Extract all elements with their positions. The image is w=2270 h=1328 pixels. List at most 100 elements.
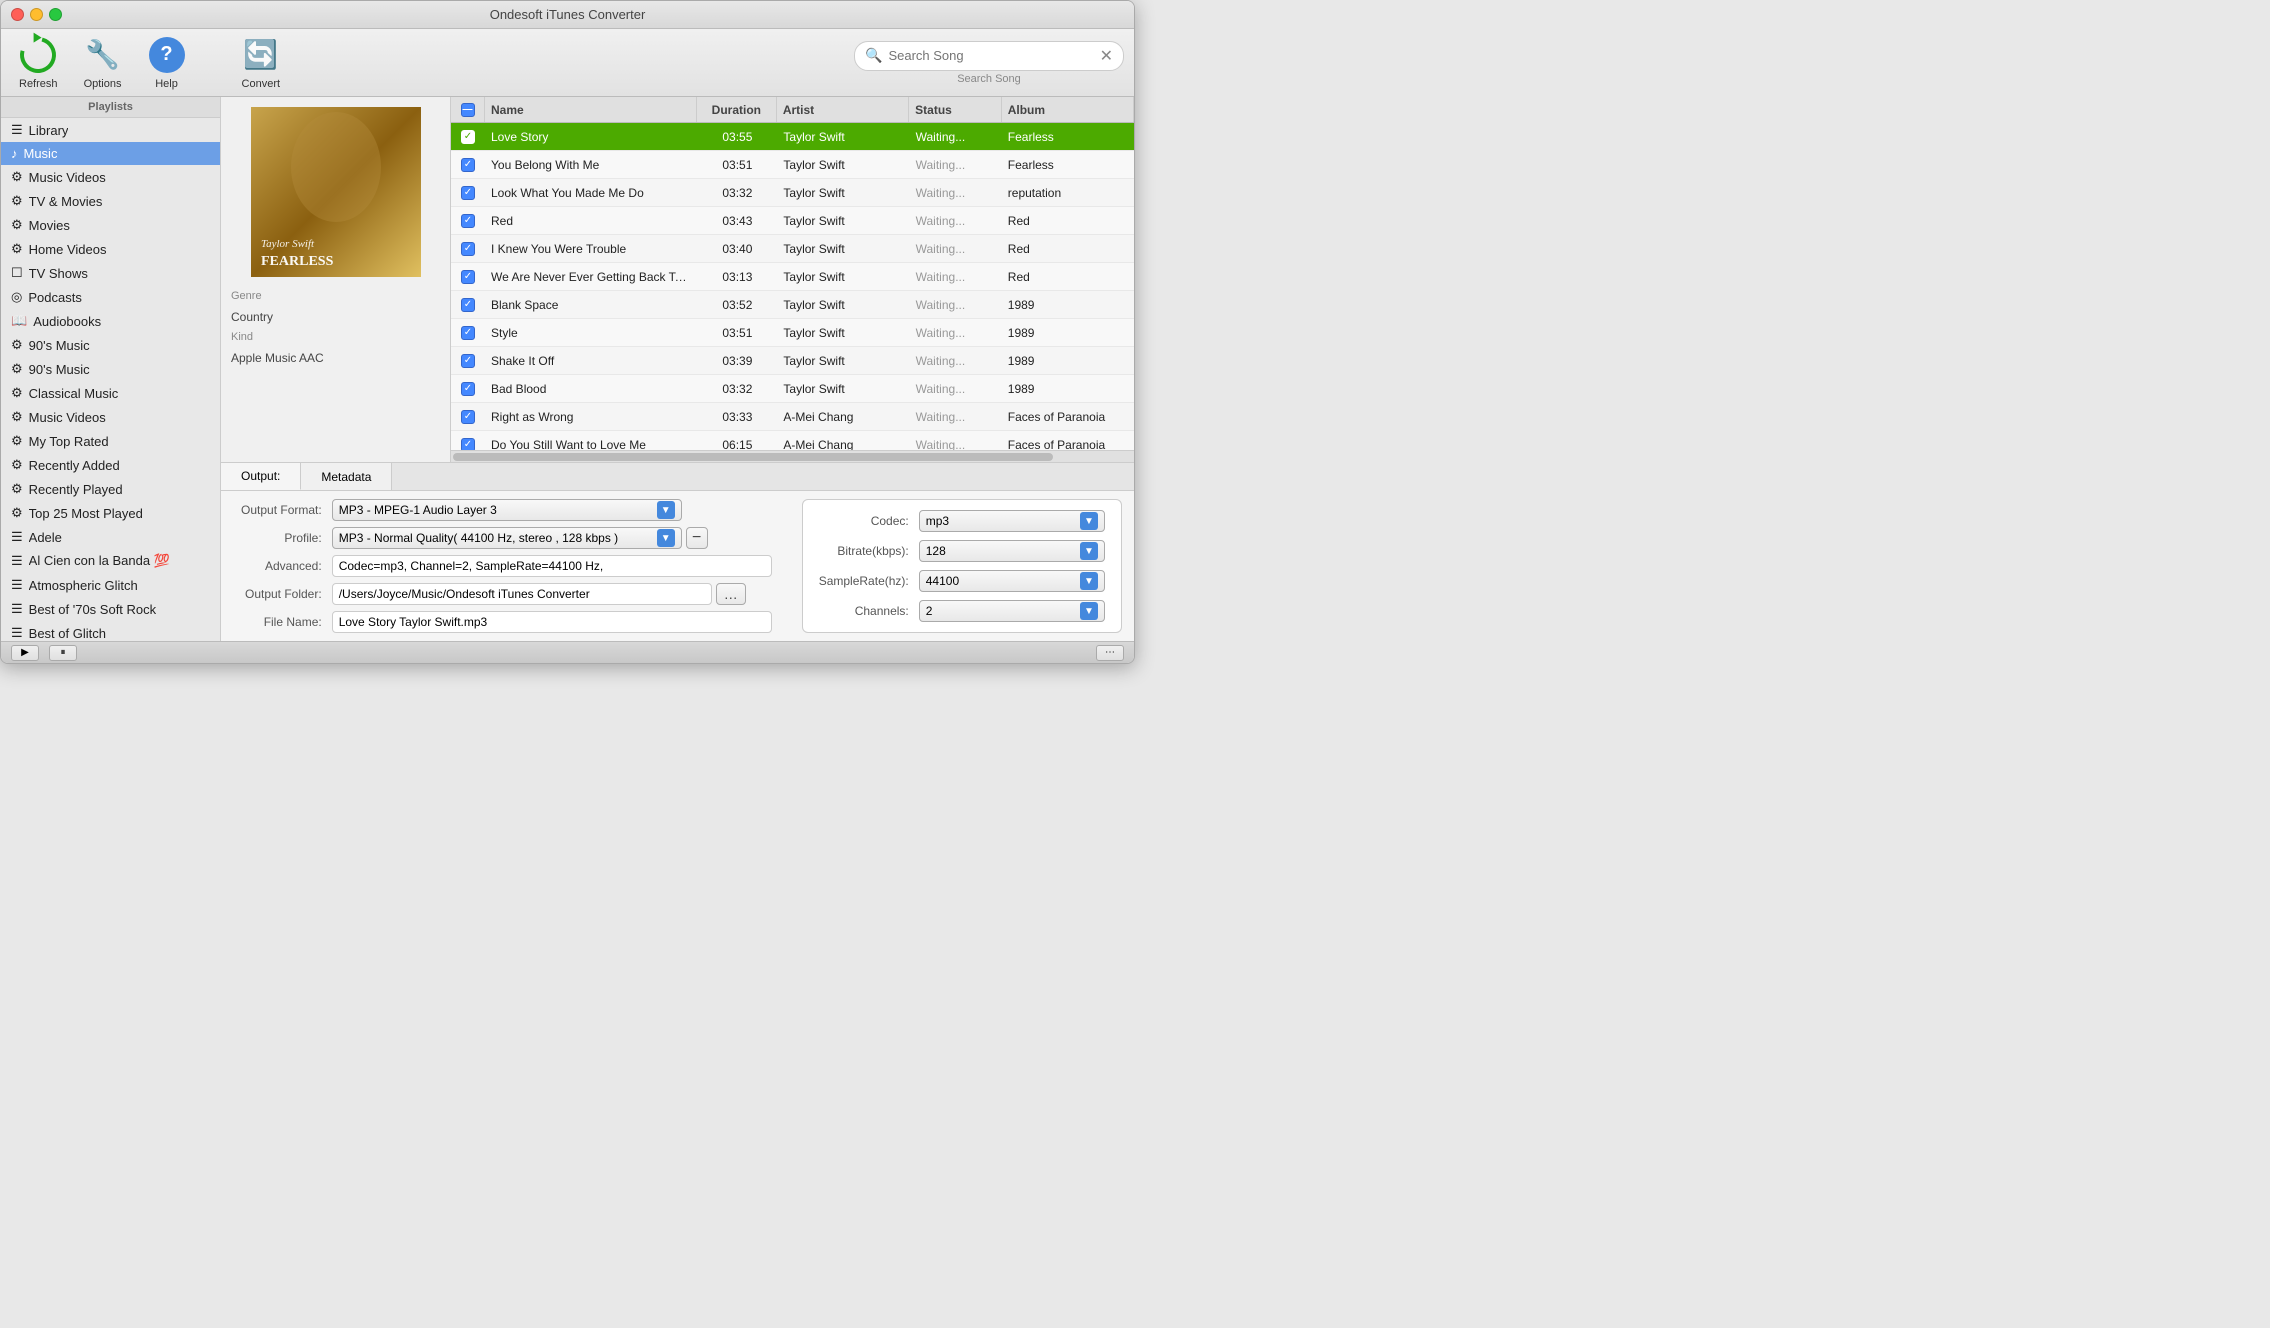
- table-row[interactable]: ✓ Right as Wrong 03:33 A-Mei Chang Waiti…: [451, 403, 1134, 431]
- refresh-button[interactable]: Refresh: [11, 32, 66, 94]
- table-row[interactable]: ✓ Look What You Made Me Do 03:32 Taylor …: [451, 179, 1134, 207]
- sidebar-item-90s-music[interactable]: ⚙90's Music: [1, 333, 220, 357]
- sidebar-item-classical[interactable]: ⚙Classical Music: [1, 381, 220, 405]
- horizontal-scrollbar[interactable]: [451, 450, 1134, 462]
- profile-arrow: ▼: [657, 529, 675, 547]
- profile-select[interactable]: MP3 - Normal Quality( 44100 Hz, stereo ,…: [332, 527, 682, 549]
- sidebar-item-al-cien[interactable]: ☰Al Cien con la Banda 💯: [1, 549, 220, 573]
- profile-minus-button[interactable]: −: [686, 527, 708, 549]
- sidebar-item-90s-music-2[interactable]: ⚙90's Music: [1, 357, 220, 381]
- content-top: Taylor Swift FEARLESS Genre Country Kind…: [221, 97, 1134, 462]
- row-name: Bad Blood: [485, 382, 697, 396]
- convert-button[interactable]: 🔄 Convert: [234, 32, 289, 94]
- channels-select[interactable]: 2 ▼: [919, 600, 1105, 622]
- file-name-input[interactable]: Love Story Taylor Swift.mp3: [332, 611, 772, 633]
- table-row[interactable]: ✓ Bad Blood 03:32 Taylor Swift Waiting..…: [451, 375, 1134, 403]
- row-duration: 03:32: [697, 382, 777, 396]
- table-row[interactable]: ✓ We Are Never Ever Getting Back Tog... …: [451, 263, 1134, 291]
- sidebar-item-podcasts[interactable]: ◎Podcasts: [1, 285, 220, 309]
- row-status: Waiting...: [910, 270, 1002, 284]
- table-row[interactable]: ✓ Shake It Off 03:39 Taylor Swift Waitin…: [451, 347, 1134, 375]
- sidebar-item-best-glitch[interactable]: ☰ Best of Glitch: [1, 621, 220, 641]
- row-checkbox[interactable]: ✓: [451, 242, 485, 256]
- advanced-value: Codec=mp3, Channel=2, SampleRate=44100 H…: [339, 559, 604, 573]
- row-checkbox[interactable]: ✓: [451, 382, 485, 396]
- codec-select[interactable]: mp3 ▼: [919, 510, 1105, 532]
- minimize-button[interactable]: [30, 8, 43, 21]
- row-checkbox[interactable]: ✓: [451, 158, 485, 172]
- row-checkbox[interactable]: ✓: [451, 298, 485, 312]
- table-header: — Name Duration Artist Status Album: [451, 97, 1134, 123]
- row-checkbox[interactable]: ✓: [451, 186, 485, 200]
- sidebar-item-icon: ☰: [11, 625, 23, 641]
- help-button[interactable]: ? Help: [140, 32, 194, 94]
- table-row[interactable]: ✓ Style 03:51 Taylor Swift Waiting... 19…: [451, 319, 1134, 347]
- close-button[interactable]: [11, 8, 24, 21]
- table-row[interactable]: ✓ I Knew You Were Trouble 03:40 Taylor S…: [451, 235, 1134, 263]
- sidebar-item-adele[interactable]: ☰Adele: [1, 525, 220, 549]
- sidebar-item-label: 90's Music: [29, 362, 90, 377]
- tab-output[interactable]: Output:: [221, 463, 301, 490]
- sidebar-item-top-25[interactable]: ⚙Top 25 Most Played: [1, 501, 220, 525]
- file-name-value: Love Story Taylor Swift.mp3: [339, 615, 488, 629]
- sidebar-item-library[interactable]: ☰Library: [1, 118, 220, 142]
- options-icon: 🔧: [84, 36, 122, 74]
- sidebar-item-tv-movies[interactable]: ⚙TV & Movies: [1, 189, 220, 213]
- sidebar-item-audiobooks[interactable]: 📖Audiobooks: [1, 309, 220, 333]
- browse-button[interactable]: …: [716, 583, 746, 605]
- sidebar-item-recently-played[interactable]: ⚙Recently Played: [1, 477, 220, 501]
- sidebar-item-music-videos[interactable]: ⚙Music Videos: [1, 165, 220, 189]
- search-clear-icon[interactable]: ✕: [1100, 46, 1113, 66]
- samplerate-arrow: ▼: [1080, 572, 1098, 590]
- options-button[interactable]: 🔧 Options: [76, 32, 130, 94]
- sidebar-item-label: Atmospheric Glitch: [29, 578, 138, 593]
- profile-value: MP3 - Normal Quality( 44100 Hz, stereo ,…: [339, 531, 618, 545]
- codec-arrow: ▼: [1080, 512, 1098, 530]
- pause-button[interactable]: ⏸: [49, 645, 77, 661]
- search-input[interactable]: [888, 48, 1093, 63]
- row-checkbox[interactable]: ✓: [451, 438, 485, 451]
- row-duration: 03:55: [697, 130, 777, 144]
- bitrate-select[interactable]: 128 ▼: [919, 540, 1105, 562]
- output-folder-input[interactable]: /Users/Joyce/Music/Ondesoft iTunes Conve…: [332, 583, 712, 605]
- row-checkbox[interactable]: ✓: [451, 326, 485, 340]
- samplerate-select[interactable]: 44100 ▼: [919, 570, 1105, 592]
- scrollbar-thumb[interactable]: [453, 453, 1053, 461]
- sidebar-item-best-70s[interactable]: ☰Best of '70s Soft Rock: [1, 597, 220, 621]
- window-title: Ondesoft iTunes Converter: [490, 7, 646, 22]
- table-row[interactable]: ✓ Love Story 03:55 Taylor Swift Waiting.…: [451, 123, 1134, 151]
- output-format-select[interactable]: MP3 - MPEG-1 Audio Layer 3 ▼: [332, 499, 682, 521]
- table-row[interactable]: ✓ Blank Space 03:52 Taylor Swift Waiting…: [451, 291, 1134, 319]
- maximize-button[interactable]: [49, 8, 62, 21]
- row-checkbox[interactable]: ✓: [451, 214, 485, 228]
- row-checkbox[interactable]: ✓: [451, 130, 485, 144]
- sidebar-item-movies[interactable]: ⚙Movies: [1, 213, 220, 237]
- sidebar-item-label: Top 25 Most Played: [29, 506, 143, 521]
- sidebar-item-music[interactable]: ♪Music: [1, 142, 220, 165]
- sidebar-item-label: Best of Glitch: [29, 626, 106, 641]
- row-checkbox[interactable]: ✓: [451, 270, 485, 284]
- table-row[interactable]: ✓ Red 03:43 Taylor Swift Waiting... Red: [451, 207, 1134, 235]
- sidebar-item-recently-added[interactable]: ⚙Recently Added: [1, 453, 220, 477]
- play-button[interactable]: ▶: [11, 645, 39, 661]
- table-row[interactable]: ✓ Do You Still Want to Love Me 06:15 A-M…: [451, 431, 1134, 450]
- sidebar-item-music-videos-2[interactable]: ⚙Music Videos: [1, 405, 220, 429]
- help-label: Help: [155, 78, 178, 90]
- select-all-checkbox[interactable]: —: [461, 103, 475, 117]
- output-folder-label: Output Folder:: [241, 587, 322, 601]
- sidebar-item-icon: ⚙: [11, 241, 23, 257]
- sidebar-item-home-videos[interactable]: ⚙Home Videos: [1, 237, 220, 261]
- sidebar-item-my-top-rated[interactable]: ⚙My Top Rated: [1, 429, 220, 453]
- tab-metadata[interactable]: Metadata: [301, 463, 392, 490]
- row-checkbox[interactable]: ✓: [451, 354, 485, 368]
- row-name: Look What You Made Me Do: [485, 186, 697, 200]
- table-row[interactable]: ✓ You Belong With Me 03:51 Taylor Swift …: [451, 151, 1134, 179]
- sidebar-item-tv-shows[interactable]: ☐TV Shows: [1, 261, 220, 285]
- sidebar-item-icon: ⚙: [11, 433, 23, 449]
- search-box: 🔍 ✕: [854, 41, 1124, 71]
- row-duration: 03:39: [697, 354, 777, 368]
- more-options-button[interactable]: ⋯: [1096, 645, 1124, 661]
- sidebar-item-atmospheric[interactable]: ☰Atmospheric Glitch: [1, 573, 220, 597]
- row-checkbox[interactable]: ✓: [451, 410, 485, 424]
- sidebar-item-label: Classical Music: [29, 386, 119, 401]
